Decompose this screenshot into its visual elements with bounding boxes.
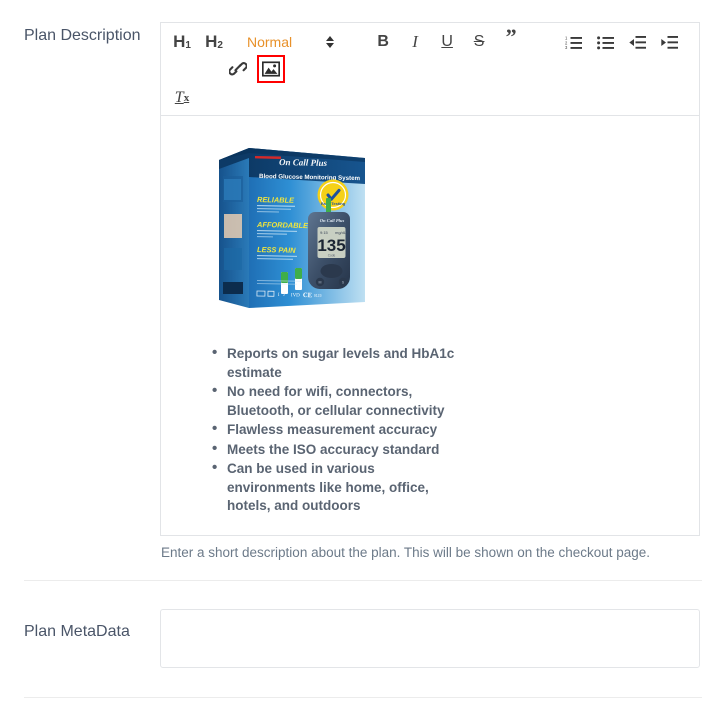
link-icon bbox=[229, 62, 247, 76]
heading-2-label: H bbox=[205, 32, 218, 51]
chevron-updown-icon bbox=[326, 36, 335, 48]
divider-wrapper-2 bbox=[0, 673, 726, 698]
list-item: Can be used in various environments like… bbox=[212, 459, 455, 516]
heading-1-button[interactable]: H1 bbox=[169, 29, 195, 55]
plan-description-row: Plan Description H1 H2 Normal B I U S ” … bbox=[0, 0, 726, 562]
underline-button[interactable]: U bbox=[434, 29, 460, 55]
bold-button[interactable]: B bbox=[370, 29, 396, 55]
svg-text:IVD: IVD bbox=[291, 293, 300, 298]
svg-text:On Call Plus: On Call Plus bbox=[279, 157, 328, 168]
svg-text:mg/dL: mg/dL bbox=[335, 230, 347, 235]
svg-text:Code: Code bbox=[328, 254, 336, 258]
svg-text:RELIABLE: RELIABLE bbox=[257, 195, 295, 205]
indent-button[interactable] bbox=[656, 29, 682, 55]
outdent-icon bbox=[628, 35, 646, 49]
heading-2-sub: 2 bbox=[217, 39, 223, 51]
rich-text-editor: H1 H2 Normal B I U S ” 1 2 3 T x On Call… bbox=[160, 22, 700, 536]
plan-metadata-row: Plan MetaData bbox=[0, 581, 726, 673]
description-bullet-list: Reports on sugar levels and HbA1c estima… bbox=[207, 344, 681, 516]
editor-toolbar: H1 H2 Normal B I U S ” 1 2 3 T x bbox=[161, 23, 699, 116]
link-button[interactable] bbox=[225, 56, 251, 82]
list-item: No need for wifi, connectors, Bluetooth,… bbox=[212, 382, 455, 420]
editor-content-area[interactable]: On Call Plus Blood Glucose Monitoring Sy… bbox=[161, 116, 699, 535]
svg-text:CE: CE bbox=[303, 292, 313, 299]
clear-formatting-label: T bbox=[174, 89, 184, 106]
heading-1-label: H bbox=[173, 32, 186, 51]
plan-description-help-text: Enter a short description about the plan… bbox=[161, 544, 651, 560]
list-item: Meets the ISO accuracy standard bbox=[212, 440, 455, 460]
bullet-list-icon bbox=[596, 35, 614, 49]
image-icon bbox=[262, 61, 280, 77]
blockquote-button[interactable]: ” bbox=[498, 26, 524, 55]
format-picker[interactable]: Normal bbox=[247, 29, 335, 55]
divider-wrapper-1 bbox=[0, 562, 726, 581]
heading-1-sub: 1 bbox=[185, 39, 191, 51]
svg-text:AFFORDABLE: AFFORDABLE bbox=[256, 220, 309, 230]
svg-text:J: J bbox=[283, 293, 285, 298]
clear-formatting-button[interactable]: Tx bbox=[169, 85, 195, 111]
rich-text-editor-wrapper: H1 H2 Normal B I U S ” 1 2 3 T x On Call… bbox=[160, 22, 702, 562]
bullet-list-button[interactable] bbox=[592, 29, 618, 55]
svg-text:135: 135 bbox=[317, 236, 345, 255]
strikethrough-button[interactable]: S bbox=[466, 29, 492, 55]
clear-formatting-sub: x bbox=[183, 92, 190, 104]
editor-toolbar-row-2: Tx bbox=[169, 83, 691, 111]
indent-icon bbox=[660, 35, 678, 49]
svg-text:M: M bbox=[319, 281, 322, 285]
plan-metadata-label: Plan MetaData bbox=[24, 622, 130, 640]
product-image: On Call Plus Blood Glucose Monitoring Sy… bbox=[213, 132, 681, 329]
svg-text:9:15: 9:15 bbox=[320, 230, 329, 235]
italic-button[interactable]: I bbox=[402, 29, 428, 55]
ordered-list-button[interactable]: 1 2 3 bbox=[560, 29, 586, 55]
ordered-list-icon: 1 2 3 bbox=[565, 35, 582, 50]
plan-metadata-input-wrapper bbox=[160, 608, 700, 673]
svg-text:3: 3 bbox=[565, 45, 568, 50]
plan-description-label: Plan Description bbox=[24, 27, 141, 44]
plan-metadata-input[interactable] bbox=[160, 608, 700, 668]
outdent-button[interactable] bbox=[624, 29, 650, 55]
list-item: Flawless measurement accuracy bbox=[212, 420, 455, 440]
svg-text:0123: 0123 bbox=[314, 294, 322, 298]
list-item: Reports on sugar levels and HbA1c estima… bbox=[212, 344, 455, 382]
heading-2-button[interactable]: H2 bbox=[201, 29, 227, 55]
plan-description-form: Plan Description H1 H2 Normal B I U S ” … bbox=[0, 0, 726, 716]
svg-text:On Call Plus: On Call Plus bbox=[320, 218, 345, 223]
form-actions: Submit Cancel bbox=[0, 698, 726, 716]
insert-image-button[interactable] bbox=[257, 55, 285, 83]
svg-text:LESS PAIN: LESS PAIN bbox=[257, 245, 296, 255]
format-picker-value: Normal bbox=[247, 34, 293, 50]
svg-text:Easy Testing: Easy Testing bbox=[321, 201, 346, 206]
glucose-meter-box-image: On Call Plus Blood Glucose Monitoring Sy… bbox=[219, 148, 365, 308]
